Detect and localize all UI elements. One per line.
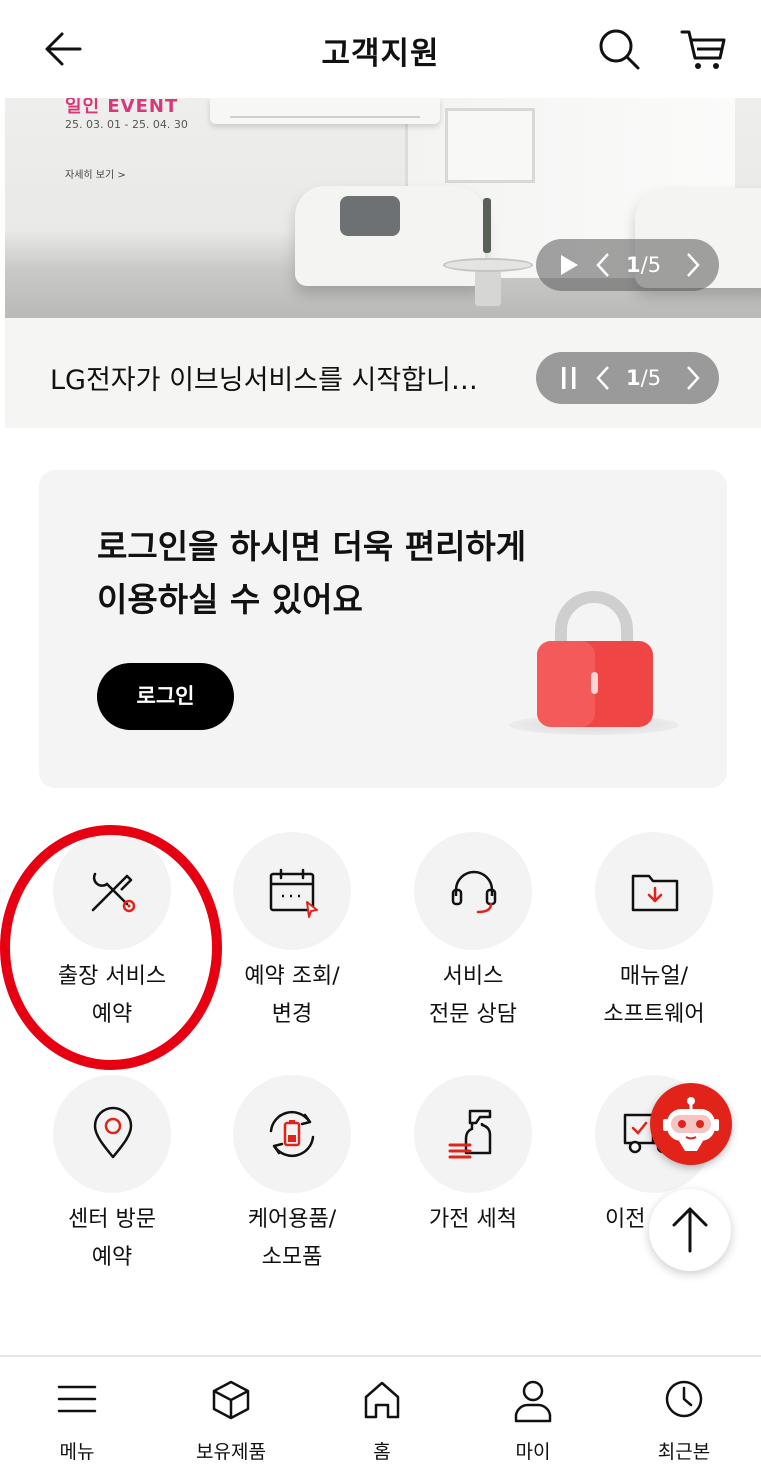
notice-text[interactable]: LG전자가 이브닝서비스를 시작합니…	[50, 358, 478, 397]
quick-menu-label-line1: 센터 방문	[68, 1207, 156, 1232]
clock-icon	[665, 1380, 703, 1418]
quick-menu-label: 서비스 전문 상담	[383, 958, 563, 1034]
quick-menu-label-line1: 케어용품/	[247, 1207, 337, 1232]
cart-button[interactable]	[678, 24, 728, 74]
quick-menu-item-manual-software[interactable]	[595, 832, 713, 950]
chevron-left-icon	[596, 366, 609, 390]
box-icon	[212, 1380, 250, 1420]
nav-item-menu[interactable]: 메뉴	[2, 1357, 152, 1483]
quick-menu-item-care-supplies[interactable]	[233, 1075, 351, 1193]
banner-promo-date: 25. 03. 01 - 25. 04. 30	[65, 118, 188, 131]
nav-label: 메뉴	[59, 1441, 95, 1463]
nav-label: 홈	[373, 1441, 391, 1463]
login-prompt-card: 로그인을 하시면 더욱 편리하게 이용하실 수 있어요 로그인	[39, 470, 727, 788]
chevron-right-icon	[687, 366, 700, 390]
play-icon	[561, 255, 578, 275]
quick-menu-item-consultation[interactable]	[414, 832, 532, 950]
quick-menu-label-line1: 가전 세척	[429, 1207, 517, 1232]
banner-image-sofa	[295, 186, 485, 286]
notice-counter-current: 1	[626, 366, 641, 390]
headset-icon	[451, 870, 497, 914]
nav-label: 마이	[515, 1441, 551, 1463]
calendar-icon	[269, 868, 318, 918]
robot-icon	[663, 1097, 719, 1151]
login-prompt-text: 로그인을 하시면 더욱 편리하게 이용하실 수 있어요	[97, 520, 526, 626]
app-header: 고객지원	[0, 0, 761, 98]
banner-next-button[interactable]	[682, 239, 704, 291]
banner-image-table	[475, 270, 501, 306]
search-button[interactable]	[594, 24, 644, 74]
nav-item-recently-viewed[interactable]: 최근본	[609, 1357, 759, 1483]
quick-menu-label-line2: 전문 상담	[429, 1002, 517, 1027]
chatbot-button[interactable]	[650, 1083, 732, 1165]
notice-prev-button[interactable]	[592, 352, 614, 404]
banner-image-table	[443, 258, 533, 272]
promo-banner[interactable]: 일인 EVENT 25. 03. 01 - 25. 04. 30 자세히 보기 …	[5, 98, 761, 318]
quick-menu-label: 케어용품/ 소모품	[202, 1201, 382, 1277]
location-pin-icon	[93, 1106, 133, 1159]
quick-menu-label-line2: 소프트웨어	[603, 1002, 705, 1027]
login-button[interactable]: 로그인	[97, 663, 234, 730]
nav-label: 최근본	[657, 1441, 711, 1463]
quick-menu-item-appliance-cleaning[interactable]	[414, 1075, 532, 1193]
search-icon	[599, 29, 640, 70]
banner-carousel-control: 1/5	[536, 239, 719, 291]
banner-prev-button[interactable]	[592, 239, 614, 291]
banner-image-frame	[445, 108, 535, 183]
quick-menu-label-line1: 매뉴얼/	[619, 964, 689, 989]
quick-menu-label-line1: 예약 조회/	[244, 964, 340, 989]
quick-menu-item-reservation-check[interactable]	[233, 832, 351, 950]
chevron-right-icon	[687, 253, 700, 277]
arrow-up-icon	[672, 1207, 708, 1253]
login-prompt-line1: 로그인을 하시면 더욱 편리하게	[97, 527, 527, 566]
quick-menu-label: 매뉴얼/ 소프트웨어	[564, 958, 744, 1034]
notice-bar[interactable]: LG전자가 이브닝서비스를 시작합니… 1/5	[5, 318, 761, 428]
nav-item-my[interactable]: 마이	[458, 1357, 608, 1483]
menu-icon	[57, 1385, 97, 1413]
banner-promo-title: 일인 EVENT	[65, 98, 179, 117]
highlight-ring	[0, 825, 222, 1070]
quick-menu-label-line2: 소모품	[261, 1245, 323, 1270]
chevron-left-icon	[596, 253, 609, 277]
banner-counter-total: 5	[647, 253, 662, 277]
cart-icon	[680, 30, 726, 69]
nav-label: 보유제품	[196, 1441, 266, 1463]
page-title: 고객지원	[321, 36, 440, 72]
notice-counter-total: 5	[647, 366, 662, 390]
scroll-to-top-button[interactable]	[649, 1189, 731, 1271]
notice-counter-sep: /	[640, 366, 648, 390]
banner-more-link[interactable]: 자세히 보기 >	[65, 166, 126, 181]
pause-icon	[562, 367, 576, 389]
notice-next-button[interactable]	[682, 352, 704, 404]
quick-menu-label: 예약 조회/ 변경	[202, 958, 382, 1034]
folder-download-icon	[631, 874, 679, 912]
quick-menu-label: 센터 방문 예약	[22, 1201, 202, 1277]
home-icon	[364, 1381, 400, 1419]
play-button[interactable]	[556, 239, 582, 291]
banner-counter: 1/5	[626, 239, 661, 291]
quick-menu-label-line2: 변경	[271, 1002, 313, 1027]
quick-menu-label: 가전 세척	[383, 1201, 563, 1239]
pause-button[interactable]	[556, 352, 582, 404]
quick-menu-label-line1: 서비스	[442, 964, 504, 989]
spray-cleaning-icon	[448, 1109, 492, 1159]
notice-carousel-control: 1/5	[536, 352, 719, 404]
banner-image-plant	[483, 198, 491, 253]
quick-menu-label-line2: 예약	[91, 1245, 133, 1270]
quick-menu-item-center-visit[interactable]	[53, 1075, 171, 1193]
user-icon	[514, 1380, 552, 1423]
nav-item-owned-products[interactable]: 보유제품	[156, 1357, 306, 1483]
banner-counter-sep: /	[640, 253, 648, 277]
login-prompt-line2: 이용하실 수 있어요	[97, 580, 363, 619]
notice-counter: 1/5	[626, 352, 661, 404]
bottom-navigation: 메뉴 보유제품 홈 마이 최근본	[0, 1355, 761, 1481]
battery-cycle-icon	[269, 1110, 315, 1158]
nav-item-home[interactable]: 홈	[307, 1357, 457, 1483]
banner-image-aircon	[210, 98, 440, 124]
banner-counter-current: 1	[626, 253, 641, 277]
padlock-icon	[537, 591, 653, 727]
